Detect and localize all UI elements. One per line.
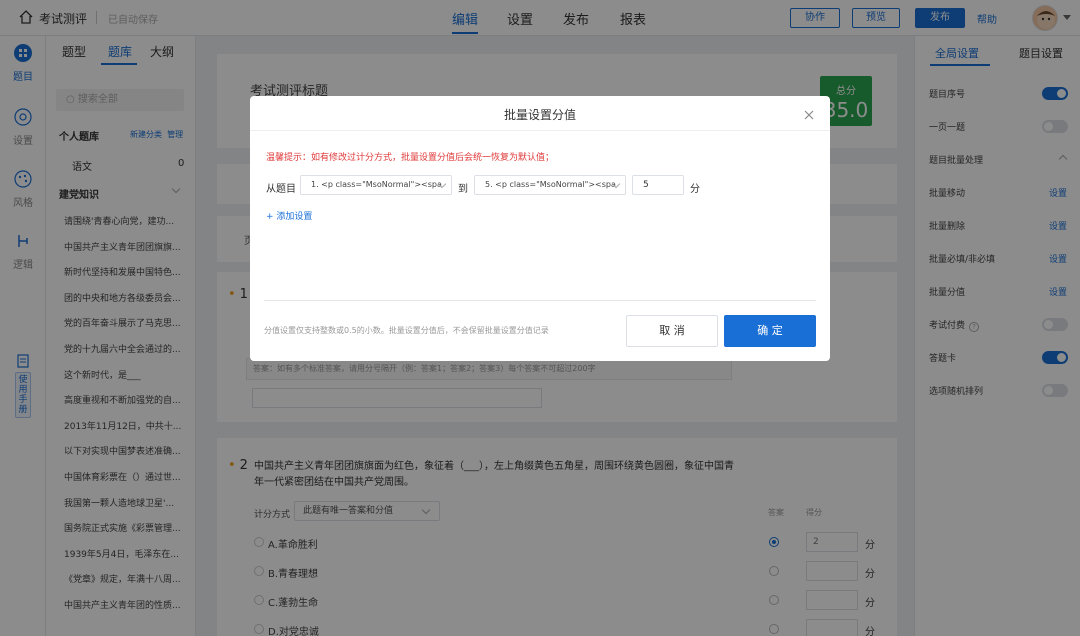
from-label: 从题目 [266,184,296,195]
dialog-title: 批量设置分值 [503,108,576,122]
batch-score-dialog: 批量设置分值 温馨提示：如有修改过计分方式，批量设置分值后会统一恢复为默认值； … [250,96,830,361]
dialog-header: 批量设置分值 [250,96,830,131]
from-question-select[interactable]: 1. <p class="MsoNormal"><spa [300,175,452,195]
add-setting-button[interactable]: + 添加设置 [266,209,312,222]
cancel-button[interactable]: 取 消 [626,315,718,347]
confirm-button[interactable]: 确 定 [724,315,816,347]
score-rule-note: 分值设置仅支持整数或0.5的小数。批量设置分值后，不会保留批量设置分值记录 [264,326,549,335]
score-input[interactable]: 5 [632,175,684,195]
close-icon[interactable] [804,110,814,120]
to-question-select[interactable]: 5. <p class="MsoNormal"><spa [474,175,626,195]
warning-text: 温馨提示：如有修改过计分方式，批量设置分值后会统一恢复为默认值； [266,153,555,163]
score-unit: 分 [690,184,700,195]
divider [264,300,816,301]
to-label: 到 [458,184,468,195]
